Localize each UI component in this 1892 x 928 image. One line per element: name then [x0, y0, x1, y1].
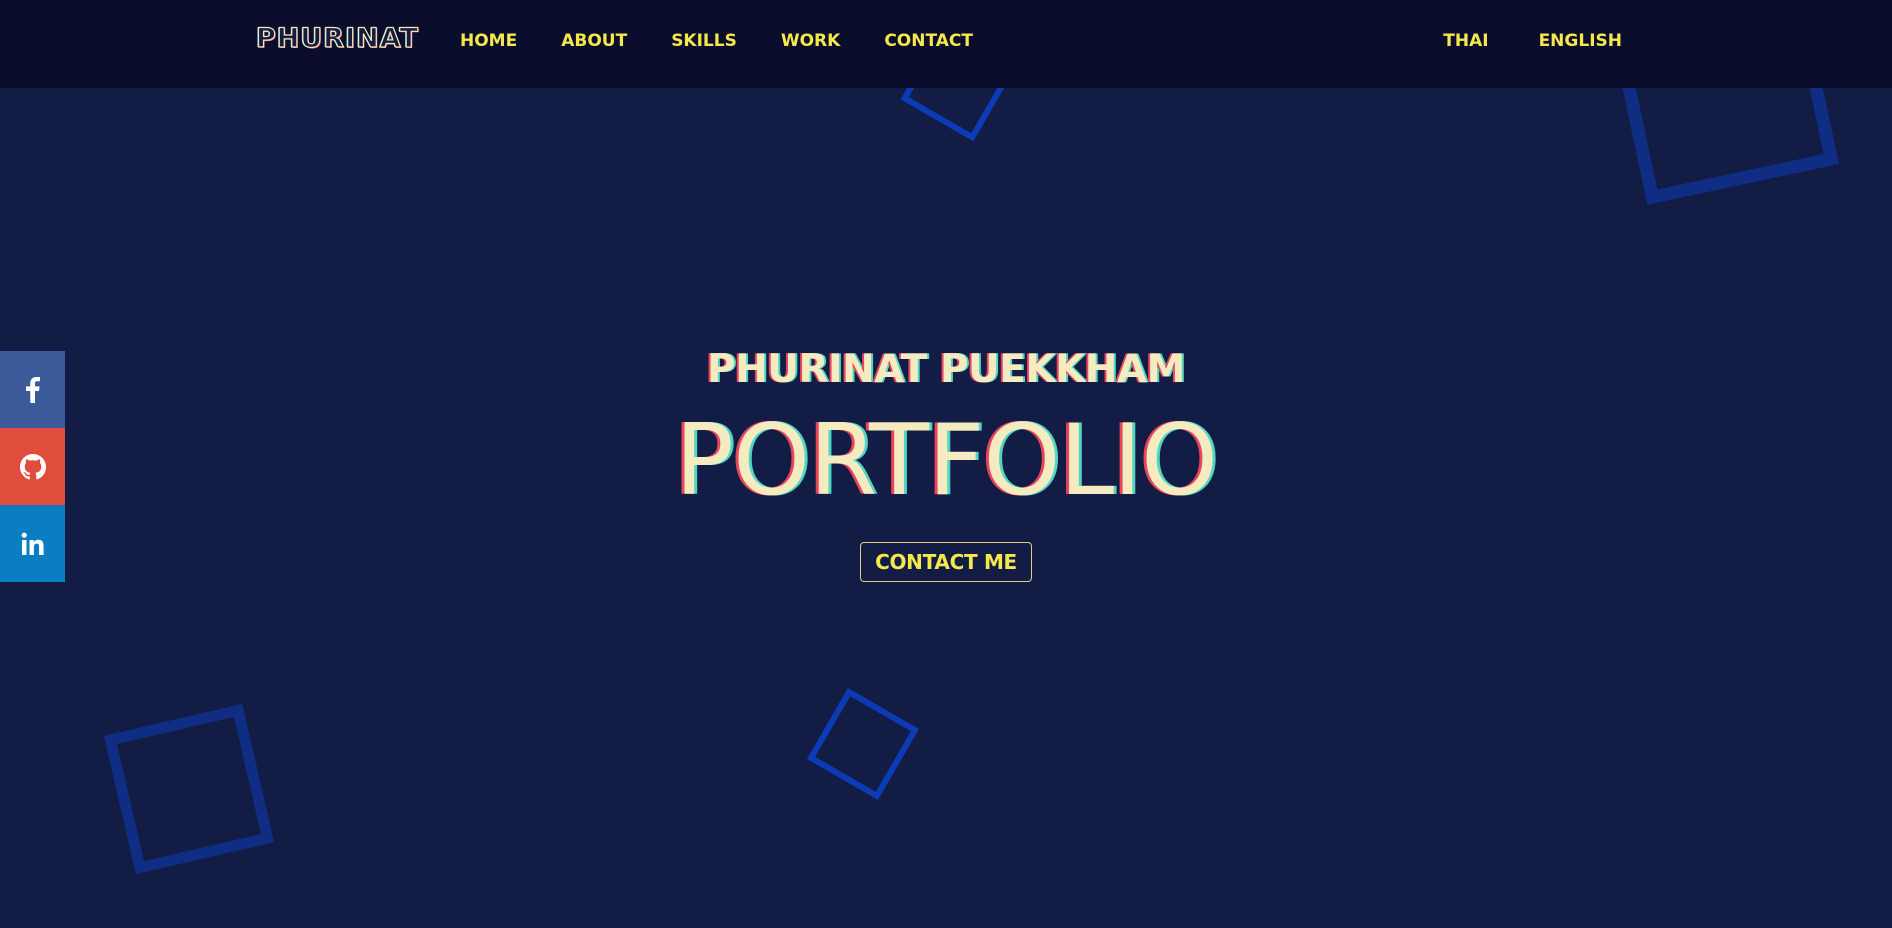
lang-english[interactable]: ENGLISH [1539, 31, 1622, 51]
navbar: PHURINAT HOME ABOUT SKILLS WORK CONTACT … [0, 0, 1892, 88]
facebook-button[interactable] [0, 351, 65, 428]
decorative-square [806, 687, 920, 801]
hero-title: PORTFOLIO [674, 404, 1218, 518]
linkedin-icon [21, 532, 44, 555]
language-switcher: THAI ENGLISH [1393, 31, 1622, 51]
main-nav: HOME ABOUT SKILLS WORK CONTACT [460, 31, 1017, 51]
social-sidebar [0, 351, 65, 582]
nav-home[interactable]: HOME [460, 31, 517, 51]
site-logo[interactable]: PHURINAT [255, 22, 419, 54]
nav-contact[interactable]: CONTACT [884, 31, 973, 51]
hero-section: PHURINAT PUEKKHAM PORTFOLIO CONTACT ME [0, 340, 1892, 582]
contact-me-button[interactable]: CONTACT ME [860, 542, 1032, 582]
nav-work[interactable]: WORK [781, 31, 840, 51]
hero-name: PHURINAT PUEKKHAM [707, 347, 1185, 392]
lang-thai[interactable]: THAI [1443, 31, 1488, 51]
nav-skills[interactable]: SKILLS [671, 31, 737, 51]
github-icon [19, 453, 46, 479]
linkedin-button[interactable] [0, 505, 65, 582]
page: PHURINAT HOME ABOUT SKILLS WORK CONTACT … [0, 0, 1892, 928]
github-button[interactable] [0, 428, 65, 505]
facebook-icon [25, 376, 40, 403]
nav-about[interactable]: ABOUT [561, 31, 627, 51]
decorative-square [103, 703, 275, 875]
